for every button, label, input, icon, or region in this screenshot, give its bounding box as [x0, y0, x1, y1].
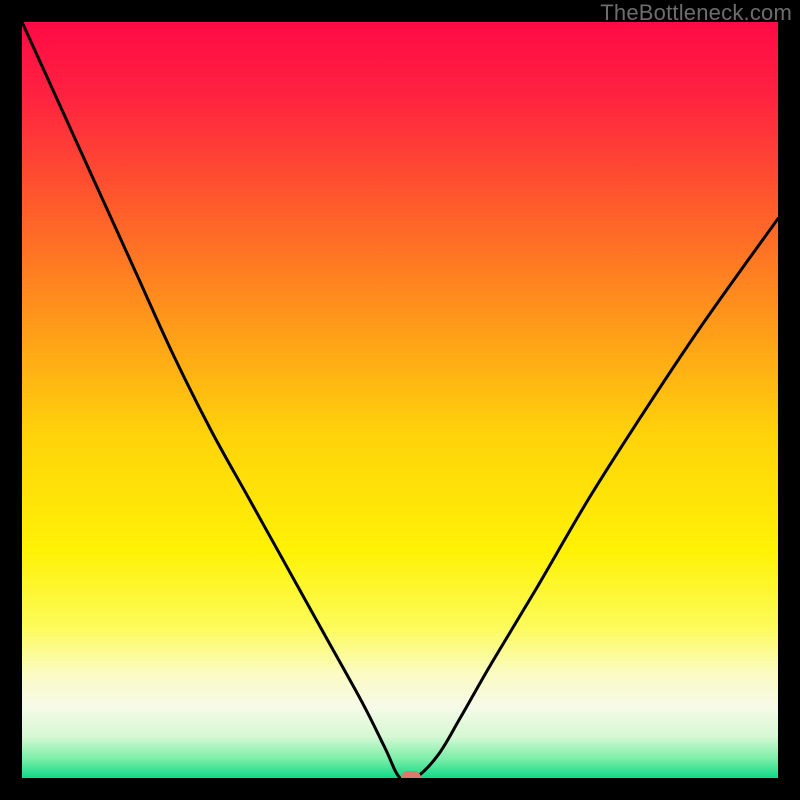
- watermark-label: TheBottleneck.com: [600, 0, 792, 26]
- optimum-marker: [401, 771, 421, 778]
- chart-plot-area: [22, 22, 778, 778]
- chart-frame: TheBottleneck.com: [0, 0, 800, 800]
- bottleneck-curve: [22, 22, 778, 778]
